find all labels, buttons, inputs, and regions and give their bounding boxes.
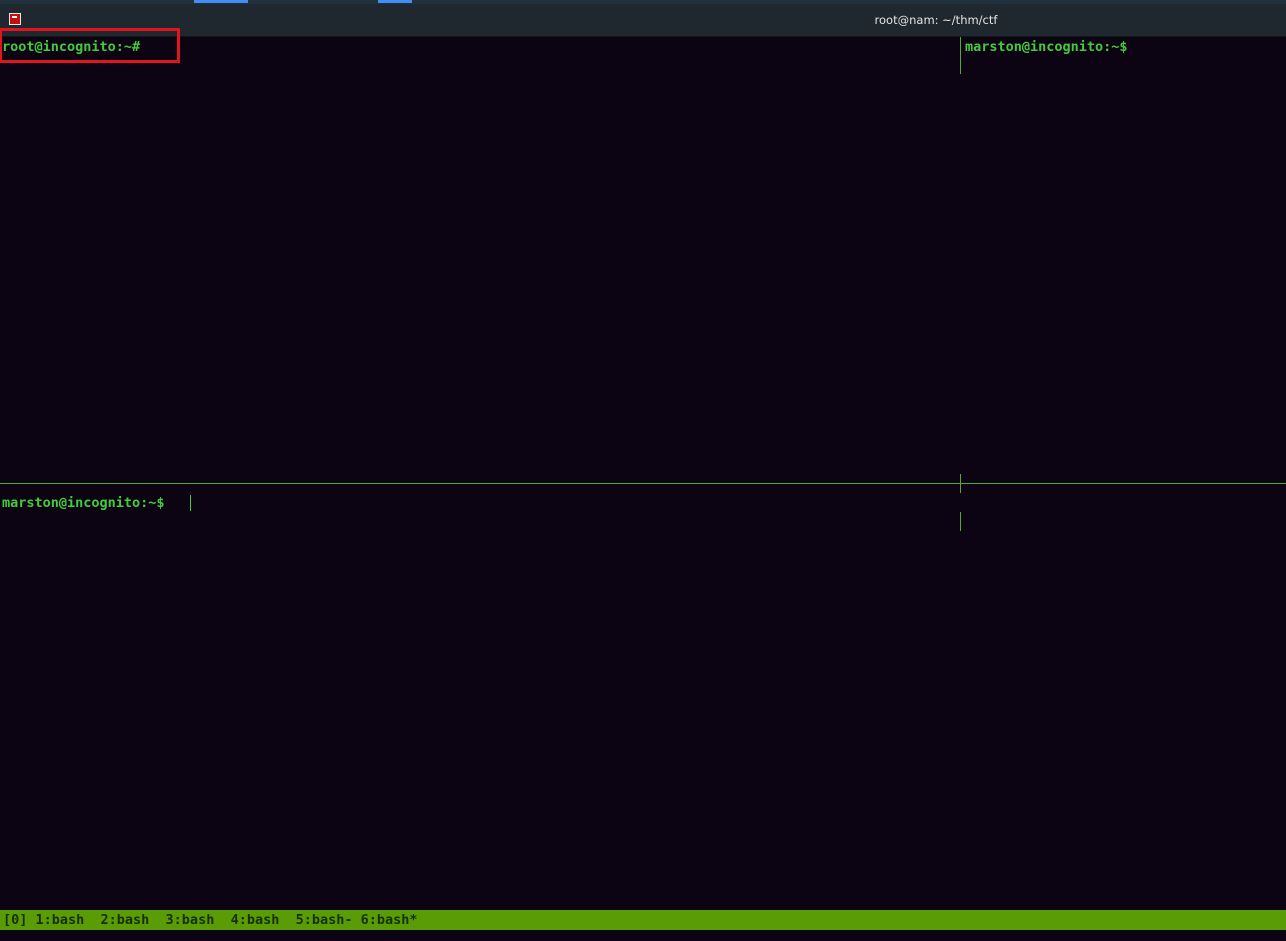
window-title: root@nam: ~/thm/ctf <box>874 13 998 27</box>
shell-prompt-marston: marston@incognito:~$ <box>965 39 1128 55</box>
tmux-pane-top-left[interactable]: root@incognito:~# <box>0 28 960 483</box>
pane-divider-vertical[interactable] <box>960 37 961 74</box>
bottom-strip <box>0 930 1286 941</box>
highlight-box <box>0 28 180 63</box>
shell-prompt-marston: marston@incognito:~$ <box>2 495 165 511</box>
workspace-indicator[interactable] <box>194 0 248 3</box>
text-cursor <box>190 495 191 511</box>
pane-divider-vertical[interactable] <box>960 512 961 531</box>
tmux-pane-bottom-left[interactable]: marston@incognito:~$ <box>0 484 960 910</box>
tmux-window-list[interactable]: [0] 1:bash 2:bash 3:bash 4:bash 5:bash- … <box>3 912 418 928</box>
terminal-area[interactable]: root@incognito:~# marston@incognito:~$ m… <box>0 28 1286 910</box>
tmux-pane-top-right[interactable]: marston@incognito:~$ <box>961 37 1286 483</box>
window-titlebar[interactable]: root@nam: ~/thm/ctf <box>0 4 1286 37</box>
workspace-indicator[interactable] <box>378 0 412 3</box>
tmux-status-bar[interactable]: [0] 1:bash 2:bash 3:bash 4:bash 5:bash- … <box>0 910 1286 930</box>
